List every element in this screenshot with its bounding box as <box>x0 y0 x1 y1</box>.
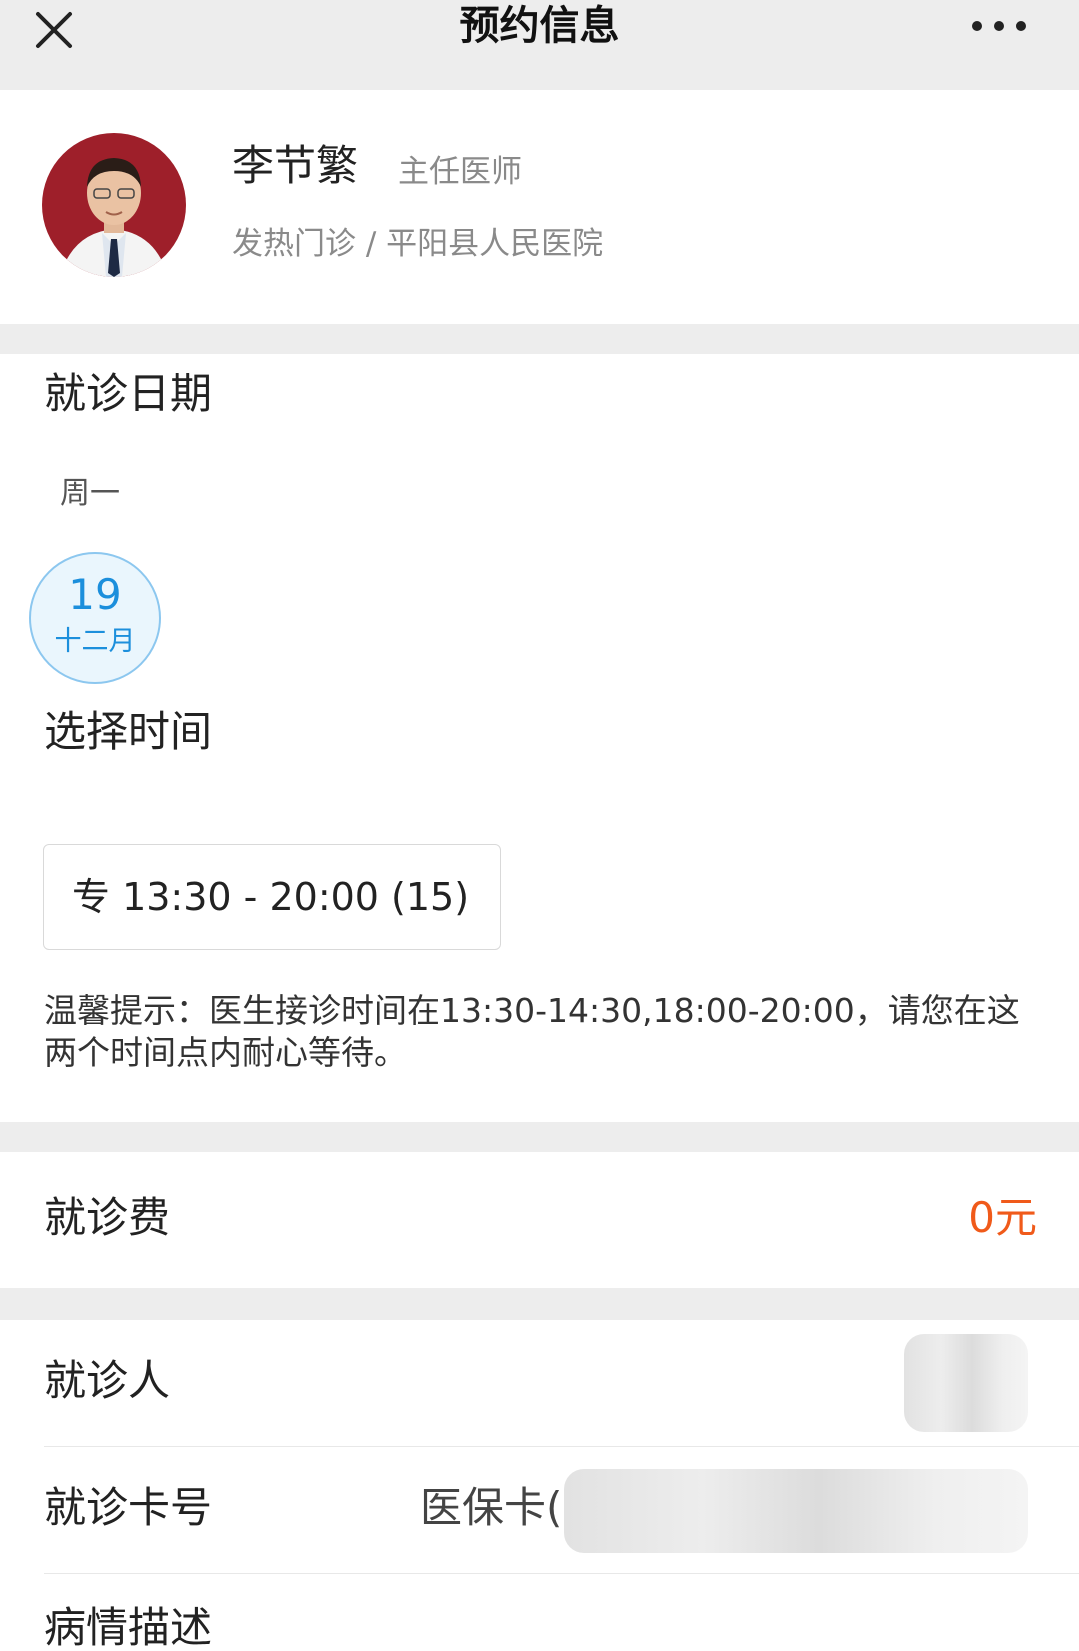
description-row[interactable]: 病情描述 <box>44 1574 1079 1651</box>
more-dots-icon[interactable] <box>969 14 1029 38</box>
page-title: 预约信息 <box>459 3 620 49</box>
warm-tip-text: 温馨提示：医生接诊时间在13:30-14:30,18:00-20:00，请您在这… <box>44 991 1020 1072</box>
doctor-avatar <box>42 133 186 277</box>
weekday-label: 周一 <box>60 476 120 511</box>
card-number-label: 就诊卡号 <box>44 1483 213 1532</box>
doctor-card: 李节繁 主任医师 发热门诊 / 平阳县人民医院 <box>0 90 1079 324</box>
date-option-selected[interactable]: 19 十二月 <box>29 552 161 684</box>
patient-row[interactable]: 就诊人 <box>44 1320 1079 1446</box>
date-day: 19 <box>68 570 122 619</box>
date-section-title: 就诊日期 <box>44 369 213 418</box>
card-number-value: 医保卡( <box>420 1483 563 1532</box>
fee-value: 0元 <box>968 1193 1037 1242</box>
description-label: 病情描述 <box>44 1603 213 1651</box>
doctor-department: 发热门诊 / 平阳县人民医院 <box>232 226 604 262</box>
date-month: 十二月 <box>54 626 136 657</box>
time-slot-label: 专 13:30 - 20:00 (15) <box>72 875 470 919</box>
card-number-redacted <box>564 1469 1028 1553</box>
patient-section: 就诊人 就诊卡号 医保卡( 病情描述 <box>0 1320 1079 1651</box>
date-time-section: 就诊日期 周一 19 十二月 选择时间 专 13:30 - 20:00 (15)… <box>0 354 1079 1122</box>
time-section-title: 选择时间 <box>44 707 213 756</box>
navigation-bar: 预约信息 <box>0 0 1079 90</box>
fee-row: 就诊费 0元 <box>0 1152 1079 1288</box>
patient-label: 就诊人 <box>44 1356 171 1405</box>
doctor-title: 主任医师 <box>398 154 522 190</box>
fee-label: 就诊费 <box>44 1193 171 1242</box>
card-number-row[interactable]: 就诊卡号 医保卡( <box>44 1447 1079 1573</box>
doctor-name: 李节繁 <box>232 141 359 190</box>
patient-name-redacted <box>904 1334 1028 1432</box>
time-slot-option[interactable]: 专 13:30 - 20:00 (15) <box>43 844 501 950</box>
